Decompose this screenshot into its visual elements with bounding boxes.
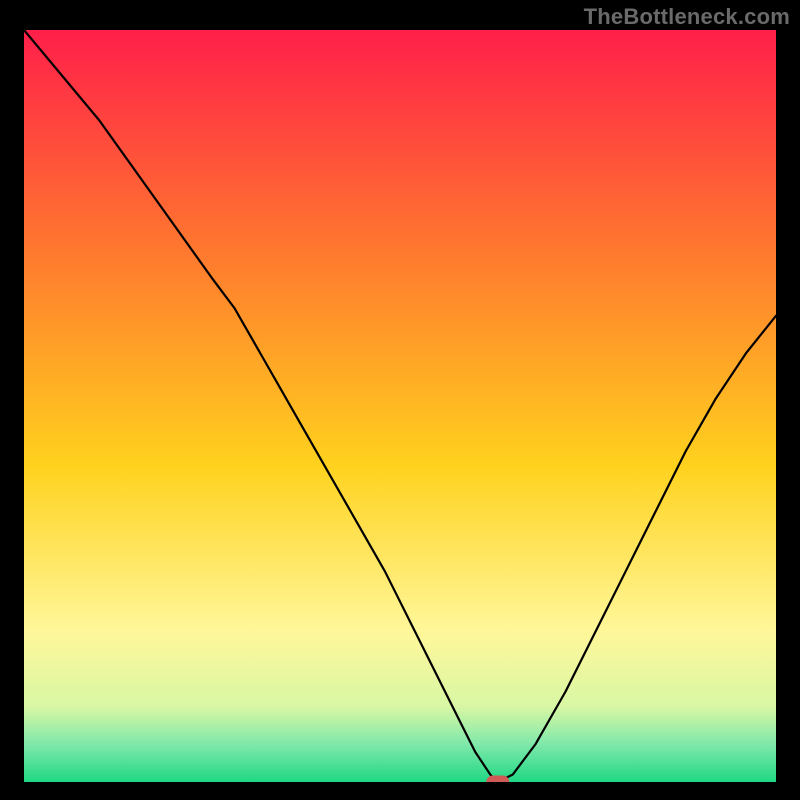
gradient-background	[24, 30, 776, 782]
bottleneck-chart	[24, 30, 776, 782]
watermark-text: TheBottleneck.com	[584, 4, 790, 30]
optimal-point-marker	[487, 776, 509, 782]
chart-frame: TheBottleneck.com	[0, 0, 800, 800]
plot-area	[24, 30, 776, 782]
